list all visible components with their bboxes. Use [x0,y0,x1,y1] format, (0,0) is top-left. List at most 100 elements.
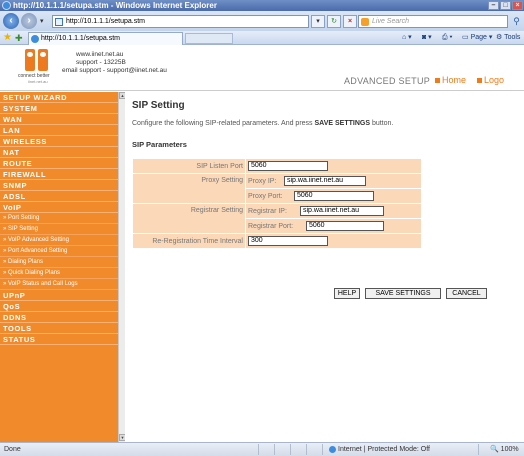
table-row: SIP Listen Port 5060 [132,158,422,174]
ie-icon [2,1,11,10]
sidebar-item-ddns[interactable]: DDNS [0,312,118,323]
search-placeholder: Live Search [372,18,409,25]
logo-domain: iinet.net.au [28,79,48,84]
zoom-control[interactable]: 🔍 100% ▾ [490,443,524,456]
proxy-port-input[interactable]: 5060 [294,191,374,201]
sidebar-item-lan[interactable]: LAN [0,125,118,136]
iinet-logo [23,49,51,71]
sidebar-item-voip-status-and-call-logs[interactable]: » VoIP Status and Call Logs [0,279,118,290]
sidebar-item-port-advanced-setting[interactable]: » Port Advanced Setting [0,246,118,257]
status-bar: Done Internet | Protected Mode: Off 🔍 10… [0,442,524,456]
intro-text: Configure the following SIP-related para… [132,120,393,127]
sidebar-item-nat[interactable]: NAT [0,147,118,158]
cancel-button[interactable]: CANCEL [446,288,487,299]
sidebar-item-dialing-plans[interactable]: » Dialing Plans [0,257,118,268]
live-search-icon [361,18,369,26]
proxy-setting-label: Proxy Setting [132,173,246,204]
sidebar-menu: SETUP WIZARD SYSTEM WAN LAN WIRELESS NAT ROUTE… [0,92,118,442]
sidebar-item-upnp[interactable]: UPnP [0,290,118,301]
proxy-ip-input[interactable]: sip.wa.iinet.net.au [284,176,366,186]
listen-port-input[interactable]: 5060 [248,161,328,171]
router-header: connect better iinet.net.au www.iinet.ne… [0,46,524,91]
sidebar-item-sip-setting[interactable]: » SIP Setting [0,224,118,235]
page-icon [55,18,63,26]
registrar-ip-label: Registrar IP: [248,207,287,215]
sidebar-scrollbar[interactable]: ▲ ▼ [118,92,126,442]
window-title: http://10.1.1.1/setupa.stm - Windows Int… [13,1,217,10]
main-content: SIP Setting Configure the following SIP-… [125,92,524,442]
logout-link[interactable]: Logo [477,75,504,85]
zoom-level: 100% [500,446,519,453]
table-cell: Proxy IP: sip.wa.iinet.net.au [245,173,422,189]
forward-button[interactable]: › [21,13,37,29]
back-button[interactable]: ‹ [3,13,19,29]
feeds-icon[interactable]: ◙ ▾ [422,32,432,44]
sidebar-item-voip-advanced-setting[interactable]: » VoIP Advanced Setting [0,235,118,246]
sidebar-item-quick-dialing-plans[interactable]: » Quick Dialing Plans [0,268,118,279]
website-text: www.iinet.net.au [76,51,124,58]
new-tab-button[interactable] [185,33,233,44]
intro-prefix: Configure the following SIP-related para… [132,120,315,127]
tab-title: http://10.1.1.1/setupa.stm [41,35,120,42]
security-zone[interactable]: Internet | Protected Mode: Off [329,443,430,456]
search-icon[interactable]: ⚲ [510,15,523,28]
sidebar-item-voip[interactable]: VoIP [0,202,118,213]
address-bar[interactable]: http://10.1.1.1/setupa.stm [52,15,309,28]
sidebar-item-tools[interactable]: TOOLS [0,323,118,334]
refresh-icon[interactable]: ↻ [327,15,341,28]
tools-menu[interactable]: ⚙ Tools ▾ [496,32,524,53]
status-panel [322,444,326,455]
table-cell: Proxy Port: 5060 [245,188,422,204]
save-settings-button[interactable]: SAVE SETTINGS [365,288,441,299]
home-link-label: Home [442,75,467,85]
registrar-setting-label: Registrar Setting [132,203,246,234]
sidebar-item-qos[interactable]: QoS [0,301,118,312]
rereg-interval-input[interactable]: 300 [248,236,328,246]
home-link[interactable]: Home [435,75,466,85]
minimize-button[interactable]: – [488,1,499,10]
page-menu-label: Page [470,34,487,41]
rereg-interval-label: Re-Registration Time Interval [132,233,246,249]
sidebar-item-adsl[interactable]: ADSL [0,191,118,202]
registrar-port-input[interactable]: 5060 [306,221,384,231]
sidebar-item-setup-wizard[interactable]: SETUP WIZARD [0,92,118,103]
sidebar-item-port-setting[interactable]: » Port Setting [0,213,118,224]
support-email: email support - support@iinet.net.au [62,67,167,74]
registrar-ip-input[interactable]: sip.wa.iinet.net.au [300,206,384,216]
section-title: SIP Parameters [132,140,187,149]
browser-tab[interactable]: http://10.1.1.1/setupa.stm [28,32,183,45]
sidebar-item-wan[interactable]: WAN [0,114,118,125]
sidebar-item-system[interactable]: SYSTEM [0,103,118,114]
section-label: ADVANCED SETUP [344,76,431,86]
logout-link-label: Logo [484,75,505,85]
sidebar-item-status[interactable]: STATUS [0,334,118,345]
bullet-icon [477,78,482,84]
sidebar-item-route[interactable]: ROUTE [0,158,118,169]
globe-icon [329,445,336,453]
address-dropdown-icon[interactable]: ▾ [311,15,325,28]
registrar-port-label: Registrar Port: [248,222,294,230]
address-value: http://10.1.1.1/setupa.stm [66,18,145,25]
history-dropdown-icon[interactable]: ▾ [40,17,44,25]
help-button[interactable]: HELP [334,288,360,299]
stop-icon[interactable]: × [343,15,357,28]
sidebar-item-snmp[interactable]: SNMP [0,180,118,191]
favorites-star-icon[interactable]: ★ [3,32,12,44]
sidebar-item-firewall[interactable]: FIREWALL [0,169,118,180]
bullet-icon [435,78,440,84]
close-button[interactable]: × [512,1,523,10]
proxy-ip-label: Proxy IP: [248,177,277,185]
page-title: SIP Setting [132,100,185,111]
search-input[interactable]: Live Search [358,15,508,28]
sidebar-item-wireless[interactable]: WIRELESS [0,136,118,147]
table-cell: 5060 [245,158,422,174]
status-panel [306,444,322,455]
page-menu[interactable]: ▭ Page ▾ [462,32,492,44]
proxy-port-label: Proxy Port: [248,192,283,200]
print-icon[interactable]: ⎙ ▾ [442,32,453,44]
address-toolbar: ‹ › ▾ http://10.1.1.1/setupa.stm ▾ ↻ × L… [0,11,524,31]
home-icon[interactable]: ⌂ ▾ [402,32,412,44]
add-favorite-icon[interactable]: ✚ [15,32,23,44]
maximize-button[interactable]: □ [500,1,511,10]
status-panel [478,444,488,455]
